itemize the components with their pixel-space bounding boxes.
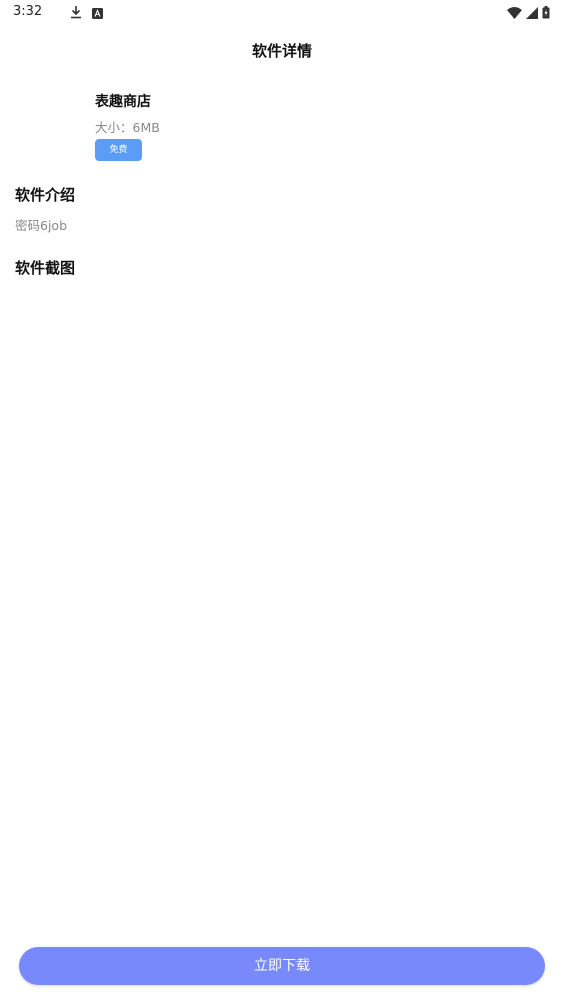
status-left-icons [70, 4, 103, 23]
app-icon [15, 88, 81, 154]
download-icon [70, 4, 82, 23]
wifi-icon [507, 4, 522, 23]
app-name: 表趣商店 [95, 94, 151, 110]
price-badge: 免费 [95, 139, 142, 161]
status-right-icons [507, 4, 550, 23]
battery-icon [542, 4, 550, 23]
app-detail-screen: 3:32 软件详情 表趣商店 大小：6MB 免费 软件介绍 密码6job 软件截… [0, 0, 564, 1004]
signal-icon [526, 4, 538, 23]
intro-text: 密码6job [15, 218, 68, 233]
status-bar: 3:32 [0, 0, 564, 24]
app-size: 大小：6MB [95, 120, 160, 135]
download-button[interactable]: 立即下载 [19, 947, 545, 985]
a-badge-icon [92, 4, 103, 23]
intro-heading: 软件介绍 [15, 186, 76, 204]
screenshots-heading: 软件截图 [15, 259, 76, 277]
page-title: 软件详情 [251, 42, 312, 60]
status-time: 3:32 [13, 4, 43, 19]
